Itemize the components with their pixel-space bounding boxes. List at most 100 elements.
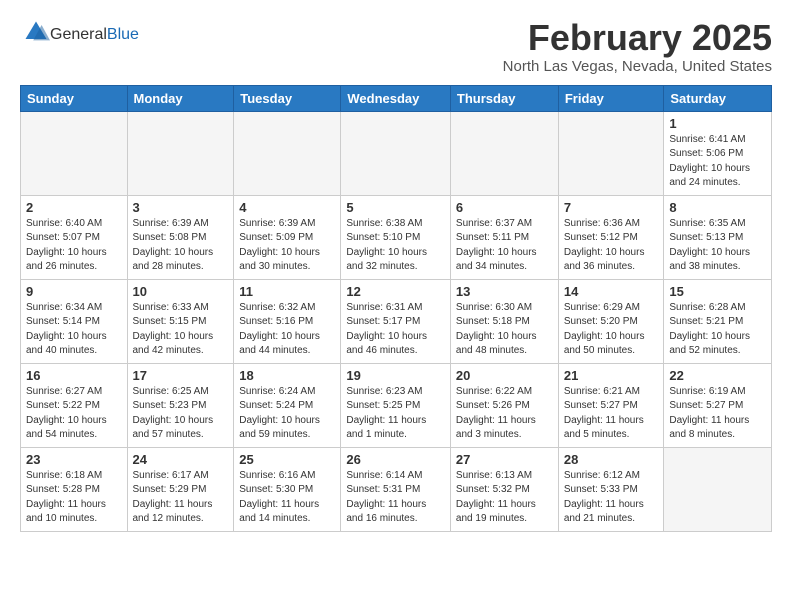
day-number: 21 xyxy=(564,368,659,383)
header-friday: Friday xyxy=(558,85,664,111)
calendar-day: 18 Sunrise: 6:24 AM Sunset: 5:24 PM Dayli… xyxy=(234,363,341,447)
day-number: 3 xyxy=(133,200,229,215)
day-info: Sunrise: 6:25 AM Sunset: 5:23 PM Dayligh… xyxy=(133,385,229,443)
logo-blue: Blue xyxy=(107,26,139,43)
day-info: Sunrise: 6:32 AM Sunset: 5:16 PM Dayligh… xyxy=(239,301,335,359)
day-number: 11 xyxy=(239,284,335,299)
day-info: Sunrise: 6:40 AM Sunset: 5:07 PM Dayligh… xyxy=(26,217,122,275)
day-info: Sunrise: 6:28 AM Sunset: 5:21 PM Dayligh… xyxy=(669,301,766,359)
day-info: Sunrise: 6:37 AM Sunset: 5:11 PM Dayligh… xyxy=(456,217,553,275)
day-number: 10 xyxy=(133,284,229,299)
calendar-header: Sunday Monday Tuesday Wednesday Thursday… xyxy=(21,85,772,111)
day-info: Sunrise: 6:12 AM Sunset: 5:33 PM Dayligh… xyxy=(564,469,659,527)
calendar-day: 22Sunrise: 6:19 AM Sunset: 5:27 PM Dayli… xyxy=(664,363,772,447)
main-title: February 2025 xyxy=(503,18,772,58)
calendar-day: 19 Sunrise: 6:23 AM Sunset: 5:25 PM Dayli… xyxy=(341,363,451,447)
subtitle: North Las Vegas, Nevada, United States xyxy=(503,58,772,75)
day-info: Sunrise: 6:33 AM Sunset: 5:15 PM Dayligh… xyxy=(133,301,229,359)
day-number: 7 xyxy=(564,200,659,215)
day-number: 9 xyxy=(26,284,122,299)
day-info: Sunrise: 6:31 AM Sunset: 5:17 PM Dayligh… xyxy=(346,301,445,359)
logo-icon xyxy=(22,18,50,46)
day-number: 18 xyxy=(239,368,335,383)
header-tuesday: Tuesday xyxy=(234,85,341,111)
calendar-day: 27Sunrise: 6:13 AM Sunset: 5:32 PM Dayli… xyxy=(450,447,558,531)
calendar-day: 28 Sunrise: 6:12 AM Sunset: 5:33 PM Dayli… xyxy=(558,447,664,531)
day-info: Sunrise: 6:17 AM Sunset: 5:29 PM Dayligh… xyxy=(133,469,229,527)
day-number: 24 xyxy=(133,452,229,467)
logo-area: GeneralBlue xyxy=(20,18,139,51)
header-sunday: Sunday xyxy=(21,85,128,111)
calendar-day: 20Sunrise: 6:22 AM Sunset: 5:26 PM Dayli… xyxy=(450,363,558,447)
day-info: Sunrise: 6:36 AM Sunset: 5:12 PM Dayligh… xyxy=(564,217,659,275)
day-number: 4 xyxy=(239,200,335,215)
day-number: 5 xyxy=(346,200,445,215)
calendar-day: 1 Sunrise: 6:41 AM Sunset: 5:06 PM Daylig… xyxy=(664,111,772,195)
calendar-day xyxy=(664,447,772,531)
calendar-week-4: 23 Sunrise: 6:18 AM Sunset: 5:28 PM Dayli… xyxy=(21,447,772,531)
day-number: 16 xyxy=(26,368,122,383)
day-info: Sunrise: 6:30 AM Sunset: 5:18 PM Dayligh… xyxy=(456,301,553,359)
day-number: 23 xyxy=(26,452,122,467)
day-info: Sunrise: 6:18 AM Sunset: 5:28 PM Dayligh… xyxy=(26,469,122,527)
title-area: February 2025 North Las Vegas, Nevada, U… xyxy=(503,18,772,75)
calendar-day xyxy=(558,111,664,195)
calendar-week-0: 1 Sunrise: 6:41 AM Sunset: 5:06 PM Daylig… xyxy=(21,111,772,195)
header-monday: Monday xyxy=(127,85,234,111)
calendar-day: 7 Sunrise: 6:36 AM Sunset: 5:12 PM Daylig… xyxy=(558,195,664,279)
day-number: 19 xyxy=(346,368,445,383)
day-info: Sunrise: 6:35 AM Sunset: 5:13 PM Dayligh… xyxy=(669,217,766,275)
calendar-day xyxy=(234,111,341,195)
logo-text: GeneralBlue xyxy=(50,26,139,44)
calendar-day: 14Sunrise: 6:29 AM Sunset: 5:20 PM Dayli… xyxy=(558,279,664,363)
calendar-day xyxy=(450,111,558,195)
calendar-day: 11 Sunrise: 6:32 AM Sunset: 5:16 PM Dayli… xyxy=(234,279,341,363)
calendar: Sunday Monday Tuesday Wednesday Thursday… xyxy=(20,85,772,532)
day-header-row: Sunday Monday Tuesday Wednesday Thursday… xyxy=(21,85,772,111)
calendar-day: 17Sunrise: 6:25 AM Sunset: 5:23 PM Dayli… xyxy=(127,363,234,447)
day-info: Sunrise: 6:13 AM Sunset: 5:32 PM Dayligh… xyxy=(456,469,553,527)
day-number: 22 xyxy=(669,368,766,383)
day-info: Sunrise: 6:23 AM Sunset: 5:25 PM Dayligh… xyxy=(346,385,445,443)
calendar-day: 2 Sunrise: 6:40 AM Sunset: 5:07 PM Daylig… xyxy=(21,195,128,279)
calendar-week-2: 9 Sunrise: 6:34 AM Sunset: 5:14 PM Daylig… xyxy=(21,279,772,363)
day-info: Sunrise: 6:27 AM Sunset: 5:22 PM Dayligh… xyxy=(26,385,122,443)
day-number: 2 xyxy=(26,200,122,215)
calendar-day: 3 Sunrise: 6:39 AM Sunset: 5:08 PM Daylig… xyxy=(127,195,234,279)
day-info: Sunrise: 6:38 AM Sunset: 5:10 PM Dayligh… xyxy=(346,217,445,275)
calendar-day: 12 Sunrise: 6:31 AM Sunset: 5:17 PM Dayli… xyxy=(341,279,451,363)
calendar-week-3: 16 Sunrise: 6:27 AM Sunset: 5:22 PM Dayli… xyxy=(21,363,772,447)
calendar-day: 26 Sunrise: 6:14 AM Sunset: 5:31 PM Dayli… xyxy=(341,447,451,531)
calendar-day xyxy=(341,111,451,195)
header-thursday: Thursday xyxy=(450,85,558,111)
day-number: 25 xyxy=(239,452,335,467)
calendar-day: 23 Sunrise: 6:18 AM Sunset: 5:28 PM Dayli… xyxy=(21,447,128,531)
calendar-day: 15 Sunrise: 6:28 AM Sunset: 5:21 PM Dayli… xyxy=(664,279,772,363)
logo-general: General xyxy=(50,26,107,43)
day-info: Sunrise: 6:21 AM Sunset: 5:27 PM Dayligh… xyxy=(564,385,659,443)
calendar-day: 13 Sunrise: 6:30 AM Sunset: 5:18 PM Dayli… xyxy=(450,279,558,363)
day-info: Sunrise: 6:24 AM Sunset: 5:24 PM Dayligh… xyxy=(239,385,335,443)
header: GeneralBlue February 2025 North Las Vega… xyxy=(20,18,772,75)
day-info: Sunrise: 6:34 AM Sunset: 5:14 PM Dayligh… xyxy=(26,301,122,359)
calendar-day: 8 Sunrise: 6:35 AM Sunset: 5:13 PM Daylig… xyxy=(664,195,772,279)
day-number: 1 xyxy=(669,116,766,131)
day-number: 13 xyxy=(456,284,553,299)
day-number: 26 xyxy=(346,452,445,467)
calendar-day: 24 Sunrise: 6:17 AM Sunset: 5:29 PM Dayli… xyxy=(127,447,234,531)
day-number: 28 xyxy=(564,452,659,467)
day-info: Sunrise: 6:16 AM Sunset: 5:30 PM Dayligh… xyxy=(239,469,335,527)
day-number: 8 xyxy=(669,200,766,215)
calendar-day: 10 Sunrise: 6:33 AM Sunset: 5:15 PM Dayli… xyxy=(127,279,234,363)
calendar-body: 1 Sunrise: 6:41 AM Sunset: 5:06 PM Daylig… xyxy=(21,111,772,531)
day-number: 15 xyxy=(669,284,766,299)
day-info: Sunrise: 6:22 AM Sunset: 5:26 PM Dayligh… xyxy=(456,385,553,443)
day-info: Sunrise: 6:14 AM Sunset: 5:31 PM Dayligh… xyxy=(346,469,445,527)
day-number: 6 xyxy=(456,200,553,215)
calendar-day: 5 Sunrise: 6:38 AM Sunset: 5:10 PM Daylig… xyxy=(341,195,451,279)
day-number: 12 xyxy=(346,284,445,299)
calendar-day: 4Sunrise: 6:39 AM Sunset: 5:09 PM Daylig… xyxy=(234,195,341,279)
day-info: Sunrise: 6:39 AM Sunset: 5:08 PM Dayligh… xyxy=(133,217,229,275)
day-info: Sunrise: 6:41 AM Sunset: 5:06 PM Dayligh… xyxy=(669,133,766,191)
calendar-day: 9 Sunrise: 6:34 AM Sunset: 5:14 PM Daylig… xyxy=(21,279,128,363)
